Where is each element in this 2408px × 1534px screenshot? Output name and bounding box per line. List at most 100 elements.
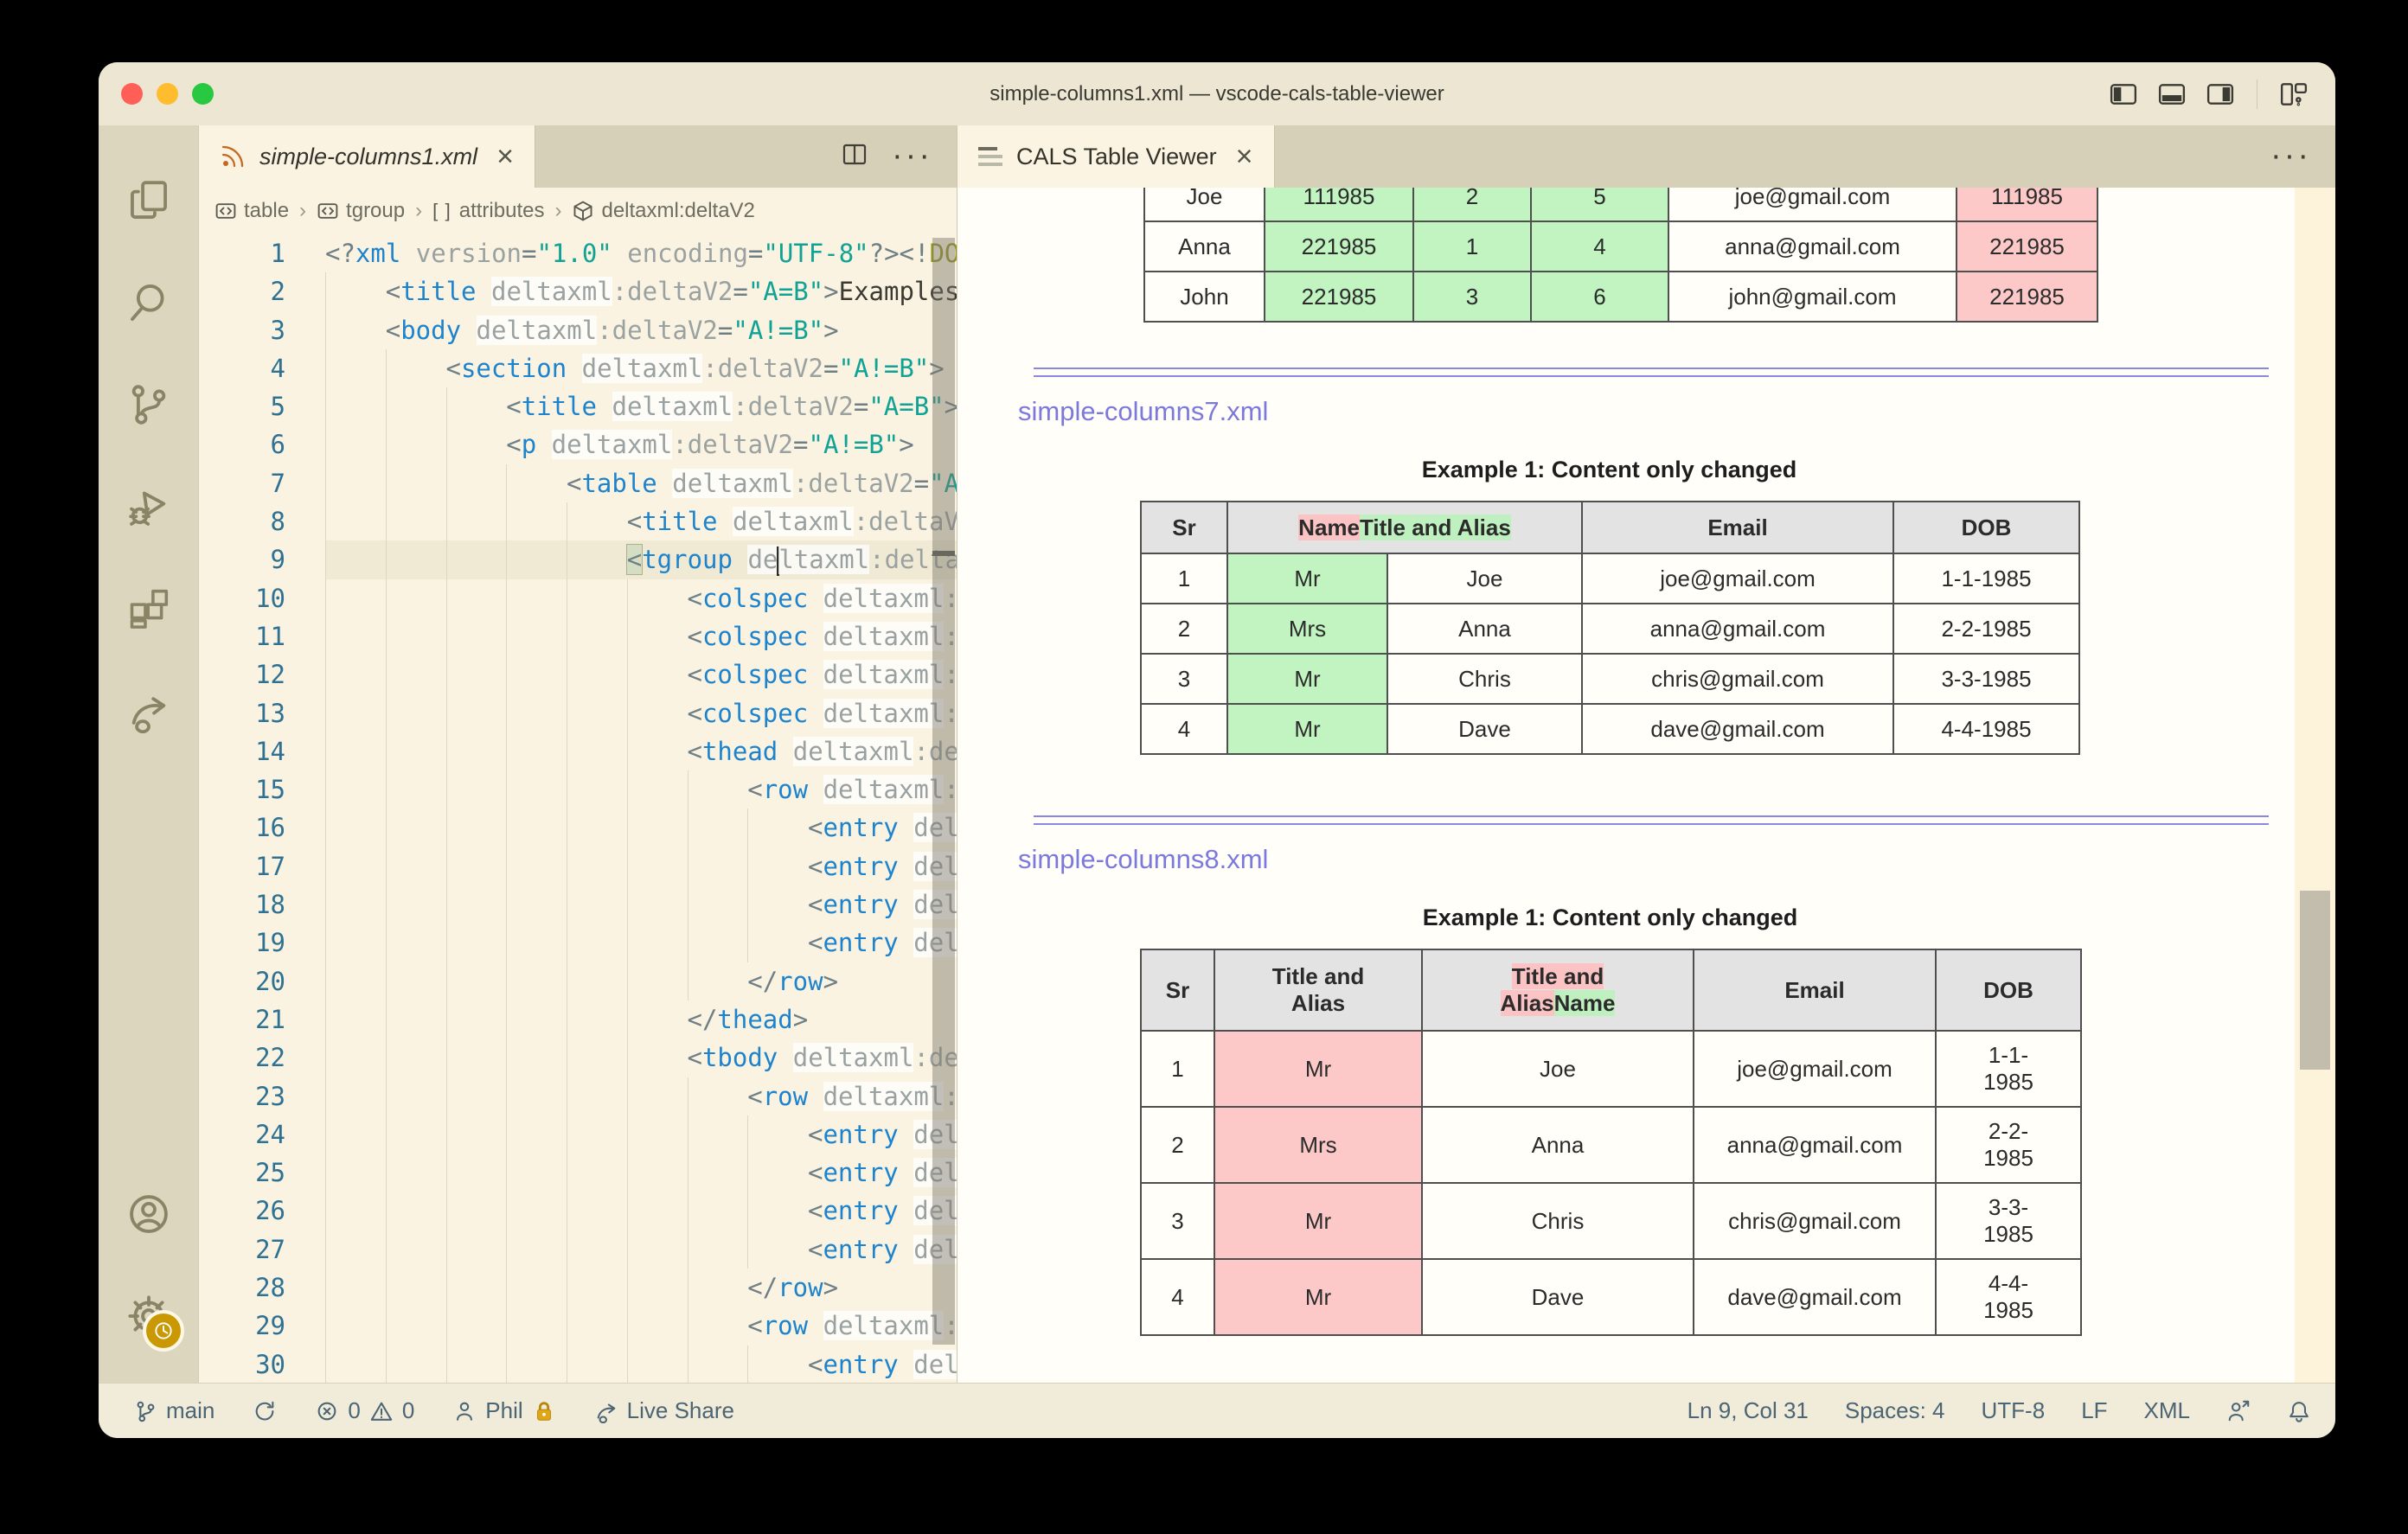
code-token bbox=[778, 1043, 792, 1072]
code-line: 27<entry deltaxml:deltaV2="A!=B"> bbox=[199, 1230, 957, 1269]
code-token bbox=[899, 928, 913, 957]
status-notifications-bell[interactable] bbox=[2287, 1399, 2311, 1423]
status-encoding[interactable]: UTF-8 bbox=[1982, 1397, 2046, 1424]
status-eol[interactable]: LF bbox=[2081, 1397, 2107, 1424]
zoom-window-button[interactable] bbox=[192, 83, 214, 105]
table-cell: Chris bbox=[1422, 1183, 1694, 1259]
indent-guide bbox=[506, 1230, 567, 1269]
code-line: 9<tgroup deltaxml:deltaV2="A!=B"> bbox=[199, 540, 957, 578]
indent-guide bbox=[627, 847, 688, 885]
status-feedback-button[interactable] bbox=[2226, 1399, 2251, 1423]
code-token: xml bbox=[355, 239, 400, 268]
split-editor-icon[interactable] bbox=[840, 141, 869, 173]
breadcrumb-item-table[interactable]: table bbox=[215, 199, 289, 223]
more-actions-icon[interactable]: ··· bbox=[892, 150, 932, 163]
tab-label: simple-columns1.xml bbox=[259, 144, 477, 170]
line-content: <entry deltaxml:deltaV2="A!=B"> bbox=[325, 809, 957, 847]
minimize-window-button[interactable] bbox=[157, 83, 178, 105]
indent-guide bbox=[506, 885, 567, 924]
status-sync-button[interactable] bbox=[253, 1399, 277, 1423]
breadcrumb-item-deltaxml-deltaV2[interactable]: deltaxml:deltaV2 bbox=[572, 199, 754, 223]
activity-item-live-share[interactable] bbox=[99, 660, 198, 762]
file-heading-link[interactable]: simple-columns8.xml bbox=[1018, 844, 2295, 875]
activity-item-explorer[interactable] bbox=[99, 150, 198, 252]
close-tab-icon[interactable]: × bbox=[496, 142, 514, 171]
webview-scrollbar-track[interactable] bbox=[2295, 188, 2335, 1383]
activity-item-extensions[interactable] bbox=[99, 558, 198, 660]
table-row: 4MrDavedave@gmail.com4-4- 1985 bbox=[1141, 1259, 2081, 1335]
status-label: LF bbox=[2081, 1397, 2107, 1424]
close-window-button[interactable] bbox=[121, 83, 143, 105]
code-token: < bbox=[386, 277, 400, 306]
webview-content: Joe11198525joe@gmail.com111985Anna221985… bbox=[957, 188, 2295, 1383]
indent-guide bbox=[747, 1154, 808, 1192]
close-tab-icon[interactable]: × bbox=[1236, 142, 1253, 171]
panel-actions: ··· bbox=[2270, 125, 2335, 188]
indent-guide bbox=[688, 1192, 748, 1230]
code-token bbox=[718, 507, 733, 536]
table-cell: dave@gmail.com bbox=[1582, 704, 1893, 754]
indent-guide bbox=[627, 1192, 688, 1230]
code-editor[interactable]: 1<?xml version="1.0" encoding="UTF-8"?><… bbox=[199, 234, 957, 1383]
line-content: <colspec deltaxml:deltaV2="A!=B"/> bbox=[325, 579, 957, 617]
webview-scrollbar-thumb[interactable] bbox=[2300, 891, 2330, 1070]
code-token: deltaxml bbox=[913, 1350, 957, 1379]
activity-item-search[interactable] bbox=[99, 252, 198, 354]
indent-guide bbox=[506, 732, 567, 770]
code-line: 17<entry deltaxml:deltaV2="A!=B"> bbox=[199, 847, 957, 885]
indent-guide bbox=[446, 847, 507, 885]
status-language-mode[interactable]: XML bbox=[2144, 1397, 2190, 1424]
line-number: 4 bbox=[199, 349, 325, 387]
indent-guide bbox=[446, 732, 507, 770]
line-number: 26 bbox=[199, 1192, 325, 1230]
indent-guide bbox=[446, 540, 507, 578]
tab-cals-table-viewer[interactable]: CALS Table Viewer × bbox=[957, 125, 1275, 188]
indent-guide bbox=[627, 732, 688, 770]
status-account-phil[interactable]: Phil bbox=[452, 1397, 555, 1424]
editor-scrollbar-thumb[interactable] bbox=[932, 238, 955, 1345]
line-number: 7 bbox=[199, 464, 325, 502]
layout-sidebar-left-icon[interactable] bbox=[2108, 80, 2139, 108]
indent-guide bbox=[506, 1307, 567, 1345]
table-cell: 1-1-1985 bbox=[1893, 553, 2079, 604]
code-token bbox=[899, 1235, 913, 1264]
status-cursor-position[interactable]: Ln 9, Col 31 bbox=[1688, 1397, 1809, 1424]
code-token bbox=[899, 1120, 913, 1149]
code-token: deltaxml bbox=[793, 737, 914, 766]
breadcrumb-label: table bbox=[244, 199, 289, 223]
indent-guide bbox=[446, 809, 507, 847]
status-problems-indicator[interactable]: 00 bbox=[315, 1397, 414, 1424]
more-actions-icon[interactable]: ··· bbox=[2270, 150, 2311, 163]
indent-guide bbox=[688, 770, 748, 809]
code-token: thead bbox=[717, 1005, 792, 1034]
line-number: 12 bbox=[199, 655, 325, 693]
breadcrumb-label: deltaxml:deltaV2 bbox=[601, 199, 754, 223]
indent-guide bbox=[386, 387, 446, 425]
table-cell: 1 bbox=[1141, 1031, 1214, 1107]
activity-item-run-debug[interactable] bbox=[99, 456, 198, 558]
breadcrumb-item-attributes[interactable]: [ ]attributes bbox=[432, 199, 544, 223]
status-indentation[interactable]: Spaces: 4 bbox=[1845, 1397, 1945, 1424]
code-line: 26<entry deltaxml:deltaV2="A!=B"> bbox=[199, 1192, 957, 1230]
activity-item-source-control[interactable] bbox=[99, 354, 198, 456]
breadcrumb-item-tgroup[interactable]: tgroup bbox=[317, 199, 405, 223]
tab-simple-columns1[interactable]: simple-columns1.xml × bbox=[199, 125, 535, 188]
status-branch-indicator[interactable]: main bbox=[133, 1397, 215, 1424]
status-label: Live Share bbox=[627, 1397, 734, 1424]
layout-sidebar-right-icon[interactable] bbox=[2205, 80, 2236, 108]
layout-panel-bottom-icon[interactable] bbox=[2156, 80, 2187, 108]
indent-guide bbox=[446, 1077, 507, 1115]
table-cell: 6 bbox=[1531, 272, 1668, 322]
table-row: 2MrsAnnaanna@gmail.com2-2-1985 bbox=[1141, 604, 2079, 654]
activity-item-settings[interactable] bbox=[99, 1265, 198, 1367]
activity-item-account[interactable] bbox=[99, 1163, 198, 1265]
code-token: row bbox=[763, 775, 808, 804]
table-header-cell: NameTitle and Alias bbox=[1227, 502, 1582, 553]
line-content: <body deltaxml:deltaV2="A!=B"> bbox=[325, 311, 957, 349]
file-heading-link[interactable]: simple-columns7.xml bbox=[1018, 396, 2295, 427]
status-live-share-button[interactable]: Live Share bbox=[594, 1397, 734, 1424]
code-token: = bbox=[854, 392, 868, 421]
layout-customize-icon[interactable] bbox=[2278, 80, 2309, 108]
indent-guide bbox=[747, 847, 808, 885]
code-line: 30<entry deltaxml:deltaV2="A!=B"> bbox=[199, 1345, 957, 1383]
